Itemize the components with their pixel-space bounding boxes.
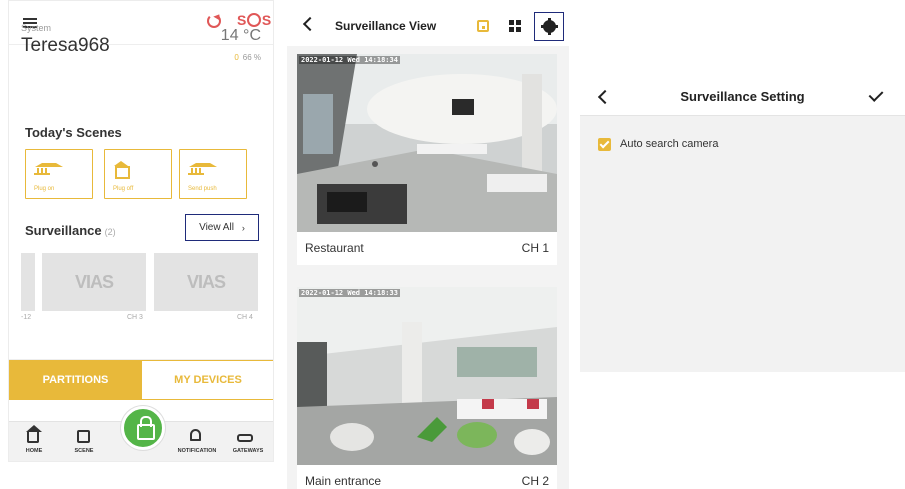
camera-feed-image bbox=[297, 54, 557, 232]
nav-scene[interactable]: SCENE bbox=[61, 426, 107, 454]
scene-card-plug-off[interactable]: Plug off bbox=[104, 149, 172, 199]
camera-name: Main entrance bbox=[305, 474, 382, 488]
scene-label: Send push bbox=[188, 186, 217, 192]
grid-view-icon[interactable] bbox=[509, 20, 521, 32]
camera-thumb-ch4[interactable]: VIAS bbox=[154, 253, 258, 311]
camera-channel: CH 2 bbox=[521, 474, 549, 488]
camera-timestamp: 2022-01-12 Wed 14:18:33 bbox=[299, 289, 400, 297]
scene-label: Plug on bbox=[34, 186, 55, 192]
home-icon bbox=[26, 425, 42, 443]
sos-circle-icon bbox=[246, 13, 261, 27]
camera-timestamp: 2022-01-12 Wed 14:18:34 bbox=[299, 56, 400, 64]
chevron-right-icon: › bbox=[241, 222, 245, 233]
camera-thumb-ch3[interactable]: VIAS bbox=[42, 253, 146, 311]
scene-card-plug-on[interactable]: Plug on bbox=[25, 149, 93, 199]
camera-card-main-entrance[interactable]: 2022-01-12 Wed 14:18:33 Main entrance CH… bbox=[297, 287, 557, 489]
vias-logo: VIAS bbox=[186, 271, 226, 292]
nav-notification[interactable]: NOTIFICATION bbox=[173, 426, 221, 454]
camera-card-restaurant[interactable]: 2022-01-12 Wed 14:18:34 Restaurant CH 1 bbox=[297, 54, 557, 265]
surveillance-view-screen: Surveillance View 2022-01-12 Wed 14:18:3… bbox=[287, 0, 569, 489]
camera-feed[interactable]: 2022-01-12 Wed 14:18:34 bbox=[297, 54, 557, 232]
vias-logo: VIAS bbox=[74, 271, 114, 292]
home-tabs: PARTITIONS MY DEVICES bbox=[9, 359, 273, 400]
system-label: System bbox=[21, 23, 52, 33]
bell-icon bbox=[190, 429, 201, 441]
lock-button[interactable] bbox=[121, 406, 165, 450]
camera-label: CH 4 bbox=[237, 314, 253, 321]
tab-my-devices[interactable]: MY DEVICES bbox=[142, 360, 273, 400]
tab-partitions[interactable]: PARTITIONS bbox=[9, 360, 142, 400]
camera-name: Restaurant bbox=[305, 241, 364, 255]
home-screen: SS System Teresa968 14 °C 0 66 % Today's … bbox=[8, 0, 274, 462]
camera-feed[interactable]: 2022-01-12 Wed 14:18:33 bbox=[297, 287, 557, 465]
back-icon[interactable] bbox=[302, 16, 318, 32]
page-title: Surveillance Setting bbox=[680, 89, 805, 104]
settings-button[interactable] bbox=[534, 12, 564, 41]
humidity-value: 0 66 % bbox=[234, 53, 261, 62]
calendar-icon[interactable] bbox=[477, 20, 489, 32]
view-all-button[interactable]: View All › bbox=[185, 214, 259, 241]
camera-channel: CH 1 bbox=[521, 241, 549, 255]
auto-search-checkbox[interactable] bbox=[598, 138, 611, 151]
scene-calendar-icon bbox=[77, 430, 90, 443]
bank-icon bbox=[34, 163, 63, 175]
camera-label: CH 3 bbox=[127, 314, 143, 321]
temperature-value: 14 °C bbox=[220, 27, 261, 44]
auto-search-label: Auto search camera bbox=[620, 138, 719, 150]
surveillance-setting-header: Surveillance Setting bbox=[580, 80, 905, 116]
bank-icon bbox=[188, 163, 217, 175]
surveillance-title: Surveillance (2) bbox=[25, 223, 116, 238]
scenes-title: Today's Scenes bbox=[25, 125, 122, 140]
scene-card-send-push[interactable]: Send push bbox=[179, 149, 247, 199]
nav-home[interactable]: HOME bbox=[11, 425, 57, 454]
camera-label: -12 bbox=[21, 314, 32, 321]
surveillance-count: (2) bbox=[104, 227, 116, 237]
camera-thumb-partial[interactable] bbox=[21, 253, 35, 311]
surveillance-view-header: Surveillance View bbox=[287, 0, 569, 46]
sos-button[interactable]: SS bbox=[237, 12, 271, 28]
surveillance-setting-screen: Surveillance Setting Auto search camera bbox=[580, 80, 905, 372]
home-gear-icon bbox=[113, 161, 130, 179]
page-title: Surveillance View bbox=[335, 19, 437, 33]
scene-label: Plug off bbox=[113, 186, 134, 192]
humidity-icon: 0 bbox=[234, 53, 239, 62]
system-name[interactable]: Teresa968 bbox=[21, 35, 110, 57]
camera-feed-image bbox=[297, 287, 557, 465]
nav-gateways[interactable]: GATEWAYS bbox=[223, 426, 273, 454]
gear-icon bbox=[543, 18, 556, 35]
refresh-icon[interactable] bbox=[207, 14, 221, 28]
gateway-icon bbox=[237, 434, 253, 442]
